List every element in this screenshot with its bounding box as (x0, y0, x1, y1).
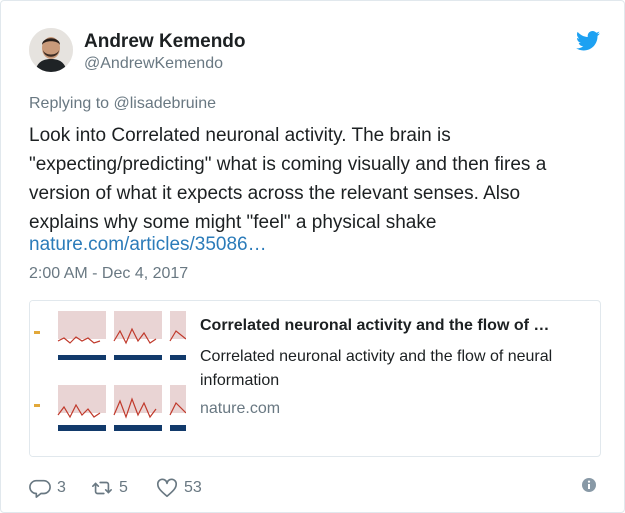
author-handle[interactable]: @AndrewKemendo (84, 55, 223, 73)
preview-domain: nature.com (200, 400, 281, 417)
tweet-timestamp[interactable]: 2:00 AM - Dec 4, 2017 (29, 265, 188, 283)
preview-description: Correlated neuronal activity and the flo… (200, 348, 553, 389)
reply-target-link[interactable]: @lisadebruine (114, 95, 217, 112)
author-name[interactable]: Andrew Kemendo (84, 31, 246, 53)
heart-icon (157, 478, 177, 498)
preview-title[interactable]: Correlated neuronal activity and the flo… (200, 317, 590, 335)
tweet-card: Andrew Kemendo @AndrewKemendo Replying t… (0, 0, 625, 513)
tweet-link[interactable]: nature.com/articles/35086… (29, 234, 267, 256)
replying-to: Replying to @lisadebruine (29, 95, 216, 113)
like-action[interactable]: 53 (156, 477, 202, 499)
twitter-bird-icon[interactable] (576, 31, 600, 51)
retweet-icon (92, 481, 112, 495)
retweet-action[interactable]: 5 (91, 477, 128, 499)
tweet-text: Look into Correlated neuronal activity. … (29, 125, 547, 233)
avatar[interactable] (29, 28, 73, 72)
retweet-count: 5 (119, 479, 128, 496)
reply-count: 3 (57, 479, 66, 496)
replying-prefix: Replying to (29, 95, 110, 112)
reply-action[interactable]: 3 (29, 477, 66, 499)
info-icon[interactable] (581, 477, 597, 493)
link-preview-card[interactable]: Correlated neuronal activity and the flo… (29, 300, 601, 457)
preview-thumbnail (30, 301, 187, 456)
like-count: 53 (184, 479, 202, 496)
reply-icon (29, 479, 51, 498)
